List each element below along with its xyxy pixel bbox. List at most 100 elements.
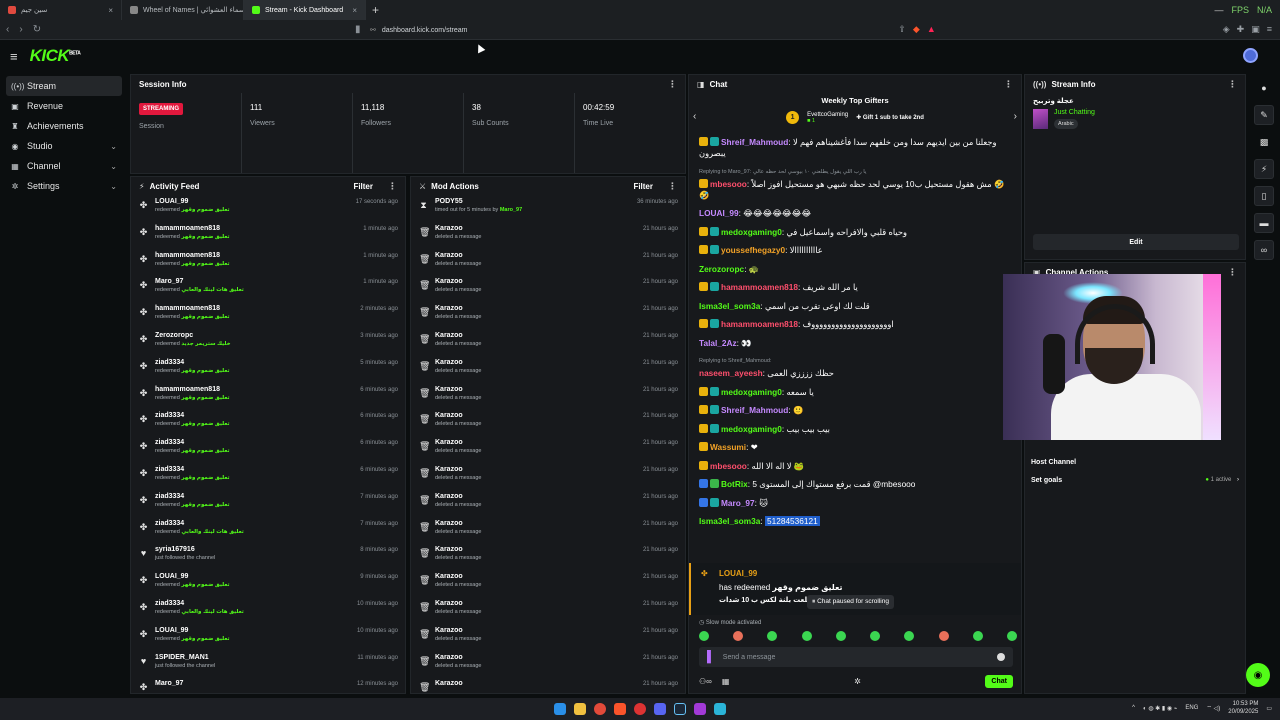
windows-start-icon[interactable] <box>554 703 566 715</box>
browser-tab[interactable]: Stream - Kick Dashboard × <box>244 0 366 20</box>
wallet-icon[interactable]: ▣ <box>1251 24 1260 35</box>
chrome-icon[interactable] <box>594 703 606 715</box>
mod-filter-button[interactable]: Filter <box>633 182 653 191</box>
mod-user[interactable]: Karazoo <box>435 493 481 500</box>
chat-message[interactable]: medoxgaming0: بيب بيب بيب <box>699 423 1013 435</box>
list-item[interactable]: 🗑 Karazoo deleted a message 21 hours ago <box>411 597 685 624</box>
list-item[interactable]: 🗑 Karazoo deleted a message 21 hours ago <box>411 302 685 329</box>
chat-username[interactable]: LOUAI_99 <box>699 208 739 218</box>
feed-user[interactable]: Maro_97 <box>155 278 244 285</box>
chat-username[interactable]: mbesooo <box>710 461 747 471</box>
kebab-icon[interactable]: ⋮ <box>388 181 397 192</box>
browser-tab[interactable]: Wheel of Names | عجلة الأسماء العشوائي× <box>122 0 244 20</box>
mod-user[interactable]: Karazoo <box>435 600 481 607</box>
feed-user[interactable]: ziad3334 <box>155 466 230 473</box>
mic-icon[interactable]: ▌ <box>707 651 715 663</box>
mod-user[interactable]: Karazoo <box>435 466 481 473</box>
chat-username[interactable]: Shreif_Mahmoud <box>721 137 788 147</box>
mod-user[interactable]: Karazoo <box>435 439 481 446</box>
chat-message[interactable]: hamammoamen818: اووووووووووووووووووووف <box>699 319 1013 330</box>
list-item[interactable]: 🗑 Karazoo deleted a message 21 hours ago <box>411 383 685 410</box>
category-name[interactable]: Just Chatting <box>1054 109 1095 116</box>
feed-user[interactable]: hamammoamen818 <box>155 252 230 259</box>
list-item[interactable]: 🗑 Karazoo deleted a message 21 hours ago <box>411 275 685 302</box>
back-icon[interactable]: ‹ <box>6 24 9 35</box>
app-icon[interactable] <box>694 703 706 715</box>
extension-icon[interactable]: ◈ <box>1223 24 1230 35</box>
chat-message[interactable]: Isma3el_som3a: قلت لك اوعى تقرب من اسمي <box>699 301 1013 312</box>
chat-paused-notice[interactable]: ⏸ Chat paused for scrolling <box>807 595 894 609</box>
sidebar-item-settings[interactable]: ✲ Settings ⌄ <box>6 176 122 196</box>
list-item[interactable]: ✤ LOUAI_99 redeemed تعليق ضموم وقهر 17 seco… <box>131 195 405 222</box>
chat-message[interactable]: hamammoamen818: يا مر الله شريف <box>699 282 1013 293</box>
reload-icon[interactable]: ↻ <box>33 24 41 35</box>
opera-icon[interactable] <box>634 703 646 715</box>
sidebar-item-achievements[interactable]: ♜ Achievements <box>6 116 122 136</box>
site-settings-icon[interactable]: ⚯ <box>370 26 376 34</box>
list-item[interactable]: ✤ hamammoamen818 redeemed تعليق ضموم وقهر 1… <box>131 249 405 276</box>
feed-user[interactable]: Zerozoropc <box>155 332 231 339</box>
chat-messages[interactable]: Shreif_Mahmoud: وجعلنا من بين ايديهم سدا… <box>689 137 1021 557</box>
feed-user[interactable]: ziad3334 <box>155 520 244 527</box>
feed-user[interactable]: ziad3334 <box>155 600 244 607</box>
chat-input[interactable]: ▌ Send a message <box>699 647 1013 667</box>
network-icon[interactable]: ⌔ ◁) <box>1206 704 1220 712</box>
chat-message[interactable]: Maro_97: 🐱 <box>699 497 1013 509</box>
emote-icon[interactable] <box>733 631 744 641</box>
steam-icon[interactable] <box>674 703 686 715</box>
brave-shield-icon[interactable]: ◆ <box>913 24 920 35</box>
feed-user[interactable]: ziad3334 <box>155 359 230 366</box>
emote-icon[interactable] <box>767 631 778 641</box>
mod-user[interactable]: Karazoo <box>435 520 481 527</box>
avatar[interactable] <box>1243 48 1258 63</box>
chat-message[interactable]: Replying to Maro_97: يا رب اللي يقول يطل… <box>699 167 1013 201</box>
feed-user[interactable]: hamammoamen818 <box>155 225 230 232</box>
browser-tab[interactable]: سين جيم × <box>0 0 122 20</box>
chat-username[interactable]: BotRix <box>721 479 748 489</box>
feed-user[interactable]: syria167916 <box>155 546 215 553</box>
mod-user[interactable]: Karazoo <box>435 412 481 419</box>
new-tab-button[interactable]: + <box>372 3 379 17</box>
discord-icon[interactable] <box>654 703 666 715</box>
bookmark-icon[interactable]: ▮ <box>355 24 361 35</box>
chat-message[interactable]: medoxgaming0: وحياه قلبي والافراحه واسما… <box>699 226 1013 238</box>
close-icon[interactable]: × <box>108 6 113 15</box>
mod-user[interactable]: Karazoo <box>435 680 463 687</box>
list-item[interactable]: ✤ hamammoamen818 redeemed تعليق ضموم وقهر 1… <box>131 222 405 249</box>
chat-message[interactable]: medoxgaming0: يا سمعه <box>699 386 1013 398</box>
chat-username[interactable]: medoxgaming0 <box>721 227 782 237</box>
list-item[interactable]: ♥ 1SPIDER_MAN1 just followed the channel 11… <box>131 651 405 678</box>
clock[interactable]: 10:53 PM 20/09/2025 <box>1228 700 1258 716</box>
kebab-icon[interactable]: ⋮ <box>668 181 677 192</box>
kebab-icon[interactable]: ⋮ <box>668 79 677 90</box>
mod-user[interactable]: Karazoo <box>435 332 481 339</box>
chat-bubble-icon[interactable]: ▬ <box>1254 213 1274 233</box>
feed-user[interactable]: ziad3334 <box>155 493 230 500</box>
mod-user[interactable]: Karazoo <box>435 252 481 259</box>
mod-user[interactable]: Karazoo <box>435 225 481 232</box>
kebab-icon[interactable]: ⋮ <box>1004 79 1013 90</box>
chat-username[interactable]: Isma3el_som3a <box>699 516 760 526</box>
list-item[interactable]: ✤ hamammoamen818 redeemed تعليق ضموم وقهر 2… <box>131 302 405 329</box>
emote-icon[interactable] <box>801 631 812 641</box>
feed-user[interactable]: LOUAI_99 <box>155 627 230 634</box>
chevron-up-icon[interactable]: ^ <box>1132 705 1135 711</box>
list-item[interactable]: 🗑 Karazoo deleted a message 21 hours ago <box>411 570 685 597</box>
list-item[interactable]: ✤ ziad3334 redeemed تعليق ضموم وقهر 5 minut… <box>131 356 405 383</box>
mod-user[interactable]: Karazoo <box>435 654 481 661</box>
list-item[interactable]: 🗑 Karazoo deleted a message 21 hours ago <box>411 329 685 356</box>
list-item[interactable]: 🗑 Karazoo 21 hours ago <box>411 677 685 693</box>
menu-icon[interactable]: ≡ <box>1267 24 1272 35</box>
emote-icon[interactable] <box>972 631 983 641</box>
chat-username[interactable]: mbesooo <box>710 179 747 189</box>
list-item[interactable]: ✤ Maro_97 redeemed تعليق هات لينك والعابي 1… <box>131 275 405 302</box>
rewards-icon[interactable]: ▲ <box>927 24 936 35</box>
chevron-down-icon[interactable]: ⌄ <box>110 182 117 191</box>
sidebar-item-studio[interactable]: ◉ Studio ⌄ <box>6 136 122 156</box>
list-item[interactable]: 🗑 Karazoo deleted a message 21 hours ago <box>411 436 685 463</box>
mod-user[interactable]: Karazoo <box>435 627 481 634</box>
list-item[interactable]: ✤ ziad3334 redeemed تعليق ضموم وقهر 6 minut… <box>131 409 405 436</box>
list-item[interactable]: ♥ syria167916 just followed the channel 8 m… <box>131 543 405 570</box>
share-icon[interactable]: ⇪ <box>898 24 906 35</box>
feed-user[interactable]: hamammoamen818 <box>155 386 230 393</box>
